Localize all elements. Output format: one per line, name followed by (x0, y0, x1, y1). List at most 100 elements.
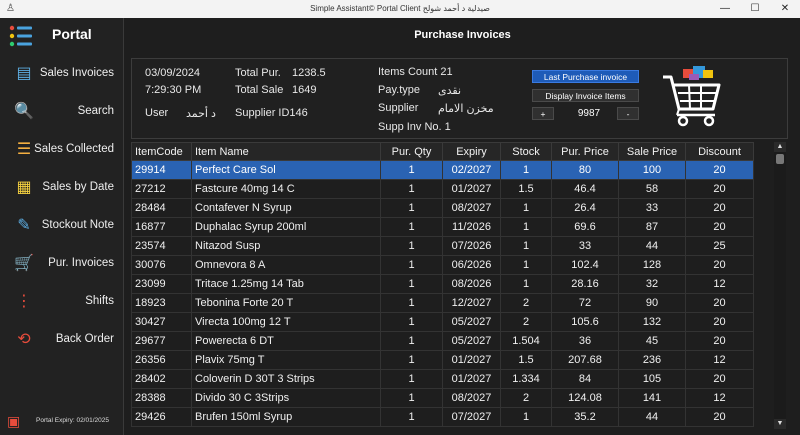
cell-itemcode: 28402 (131, 369, 192, 389)
cell-discount: 12 (685, 350, 754, 370)
cell-discount: 20 (685, 369, 754, 389)
close-icon[interactable]: ✕ (770, 1, 800, 17)
sidebar-item-back-order[interactable]: ⟲ Back Order (0, 322, 124, 358)
table-row[interactable]: 30076 Omnevora 8 A 1 06/2026 1 102.4 128 20 (131, 255, 754, 275)
col-header-discount[interactable]: Discount (685, 142, 754, 161)
cell-stock: 1 (500, 255, 552, 275)
increment-button[interactable]: + (532, 107, 554, 120)
cell-itemcode: 27212 (131, 179, 192, 199)
scroll-down-icon[interactable]: ▼ (774, 419, 786, 429)
cell-discount: 20 (685, 198, 754, 218)
cell-expiry: 02/2027 (442, 160, 501, 180)
cell-pur-qty: 1 (380, 407, 443, 427)
cell-sale-price: 87 (618, 217, 686, 237)
last-purchase-invoice-button[interactable]: Last Purchase invoice (532, 70, 639, 83)
cell-expiry: 06/2026 (442, 255, 501, 275)
invoice-date: 03/09/2024 (145, 67, 201, 79)
cell-expiry: 05/2027 (442, 312, 501, 332)
cell-stock: 1.5 (500, 179, 552, 199)
table-scrollbar[interactable]: ▲ ▼ (774, 142, 786, 429)
table-row[interactable]: 16877 Duphalac Syrup 200ml 1 11/2026 1 69.6 87… (131, 217, 754, 237)
table-row[interactable]: 29914 Perfect Care Sol 1 02/2027 1 80 100 20 (131, 160, 754, 180)
supp-inv-value: 1 (444, 121, 451, 133)
table-row[interactable]: 18923 Tebonina Forte 20 T 1 12/2027 2 72 90 20 (131, 293, 754, 313)
cell-expiry: 05/2027 (442, 331, 501, 351)
supplier-label: Supplier (378, 102, 419, 114)
pay-type-label: Pay.type (378, 84, 420, 96)
decrement-button[interactable]: - (617, 107, 639, 120)
sidebar-item-label: Stockout Note (41, 219, 114, 231)
sidebar: Portal ▤ Sales Invoices 🔍 Search ☰ Sales… (0, 18, 124, 435)
cell-discount: 20 (685, 407, 754, 427)
cell-sale-price: 128 (618, 255, 686, 275)
minimize-icon[interactable]: — (710, 1, 740, 17)
cell-itemcode: 16877 (131, 217, 192, 237)
purchase-items-table: ItemCode Item Name Pur. Qty Expiry Stock… (131, 142, 771, 435)
table-row[interactable]: 30427 Virecta 100mg 12 T 1 05/2027 2 105.6 132… (131, 312, 754, 332)
table-row[interactable]: 26356 Plavix 75mg T 1 01/2027 1.5 207.68 236 12 (131, 350, 754, 370)
table-row[interactable]: 28402 Coloverin D 30T 3 Strips 1 01/2027 1.3… (131, 369, 754, 389)
cell-discount: 12 (685, 388, 754, 408)
cell-stock: 1.334 (500, 369, 552, 389)
scroll-up-icon[interactable]: ▲ (774, 142, 786, 152)
col-header-pur-qty[interactable]: Pur. Qty (380, 142, 443, 161)
cell-pur-qty: 1 (380, 388, 443, 408)
col-header-sale-price[interactable]: Sale Price (618, 142, 686, 161)
cell-stock: 1.5 (500, 350, 552, 370)
table-row[interactable]: 28388 Divido 30 C 3Strips 1 08/2027 2 124.08 1… (131, 388, 754, 408)
cell-expiry: 11/2026 (442, 217, 501, 237)
cell-discount: 12 (685, 274, 754, 294)
table-row[interactable]: 23099 Tritace 1.25mg 14 Tab 1 08/2026 1 28.16… (131, 274, 754, 294)
sidebar-header: Portal (0, 18, 124, 54)
cell-item-name: Divido 30 C 3Strips (191, 388, 381, 408)
cell-sale-price: 45 (618, 331, 686, 351)
cell-pur-price: 36 (551, 331, 619, 351)
cell-item-name: Tritace 1.25mg 14 Tab (191, 274, 381, 294)
cell-sale-price: 33 (618, 198, 686, 218)
col-header-itemcode[interactable]: ItemCode (131, 142, 192, 161)
cell-pur-qty: 1 (380, 274, 443, 294)
pay-type-value: نقدى (438, 85, 462, 97)
sidebar-item-sales-by-date[interactable]: ▦ Sales by Date (0, 170, 124, 206)
display-invoice-items-button[interactable]: Display Invoice Items (532, 89, 639, 102)
cell-pur-price: 105.6 (551, 312, 619, 332)
sales-invoices-icon: ▤ (16, 65, 32, 82)
sidebar-item-stockout-note[interactable]: ✎ Stockout Note (0, 208, 124, 244)
sidebar-item-label: Back Order (55, 333, 114, 345)
sidebar-item-sales-collected[interactable]: ☰ Sales Collected (0, 132, 124, 168)
cell-itemcode: 26356 (131, 350, 192, 370)
maximize-icon[interactable]: ☐ (740, 1, 770, 17)
col-header-stock[interactable]: Stock (500, 142, 552, 161)
cell-expiry: 01/2027 (442, 179, 501, 199)
invoice-time: 7:29:30 PM (145, 84, 202, 96)
cell-itemcode: 28388 (131, 388, 192, 408)
cell-discount: 20 (685, 293, 754, 313)
col-header-pur-price[interactable]: Pur. Price (551, 142, 619, 161)
sidebar-item-pur-invoices[interactable]: 🛒 Pur. Invoices (0, 246, 124, 282)
table-row[interactable]: 23574 Nitazod Susp 1 07/2026 1 33 44 25 (131, 236, 754, 256)
invoice-number-stepper[interactable]: 9987 (564, 108, 614, 119)
cell-sale-price: 132 (618, 312, 686, 332)
cell-stock: 1 (500, 217, 552, 237)
scrollbar-thumb[interactable] (776, 154, 784, 164)
cell-expiry: 12/2027 (442, 293, 501, 313)
col-header-item-name[interactable]: Item Name (191, 142, 381, 161)
items-count-label: Items Count (378, 66, 438, 78)
sidebar-item-search[interactable]: 🔍 Search (0, 94, 124, 130)
cell-discount: 20 (685, 255, 754, 275)
sales-by-date-icon: ▦ (16, 179, 32, 196)
hamburger-menu-icon[interactable] (8, 24, 34, 48)
total-sale-label: Total Sale (235, 84, 284, 96)
stockout-note-icon: ✎ (17, 217, 31, 234)
cell-pur-price: 46.4 (551, 179, 619, 199)
cell-sale-price: 44 (618, 407, 686, 427)
cell-itemcode: 23574 (131, 236, 192, 256)
sidebar-item-shifts[interactable]: ⋮ Shifts (0, 284, 124, 320)
table-row[interactable]: 27212 Fastcure 40mg 14 C 1 01/2027 1.5 46.4 58… (131, 179, 754, 199)
col-header-expiry[interactable]: Expiry (442, 142, 501, 161)
table-row[interactable]: 29426 Brufen 150ml Syrup 1 07/2027 1 35.2 44 20 (131, 407, 754, 427)
cell-itemcode: 29677 (131, 331, 192, 351)
sidebar-item-sales-invoices[interactable]: ▤ Sales Invoices (0, 56, 124, 92)
table-row[interactable]: 29677 Powerecta 6 DT 1 05/2027 1.504 36 45 20 (131, 331, 754, 351)
table-row[interactable]: 28484 Contafever N Syrup 1 08/2027 1 26.4 33 20 (131, 198, 754, 218)
